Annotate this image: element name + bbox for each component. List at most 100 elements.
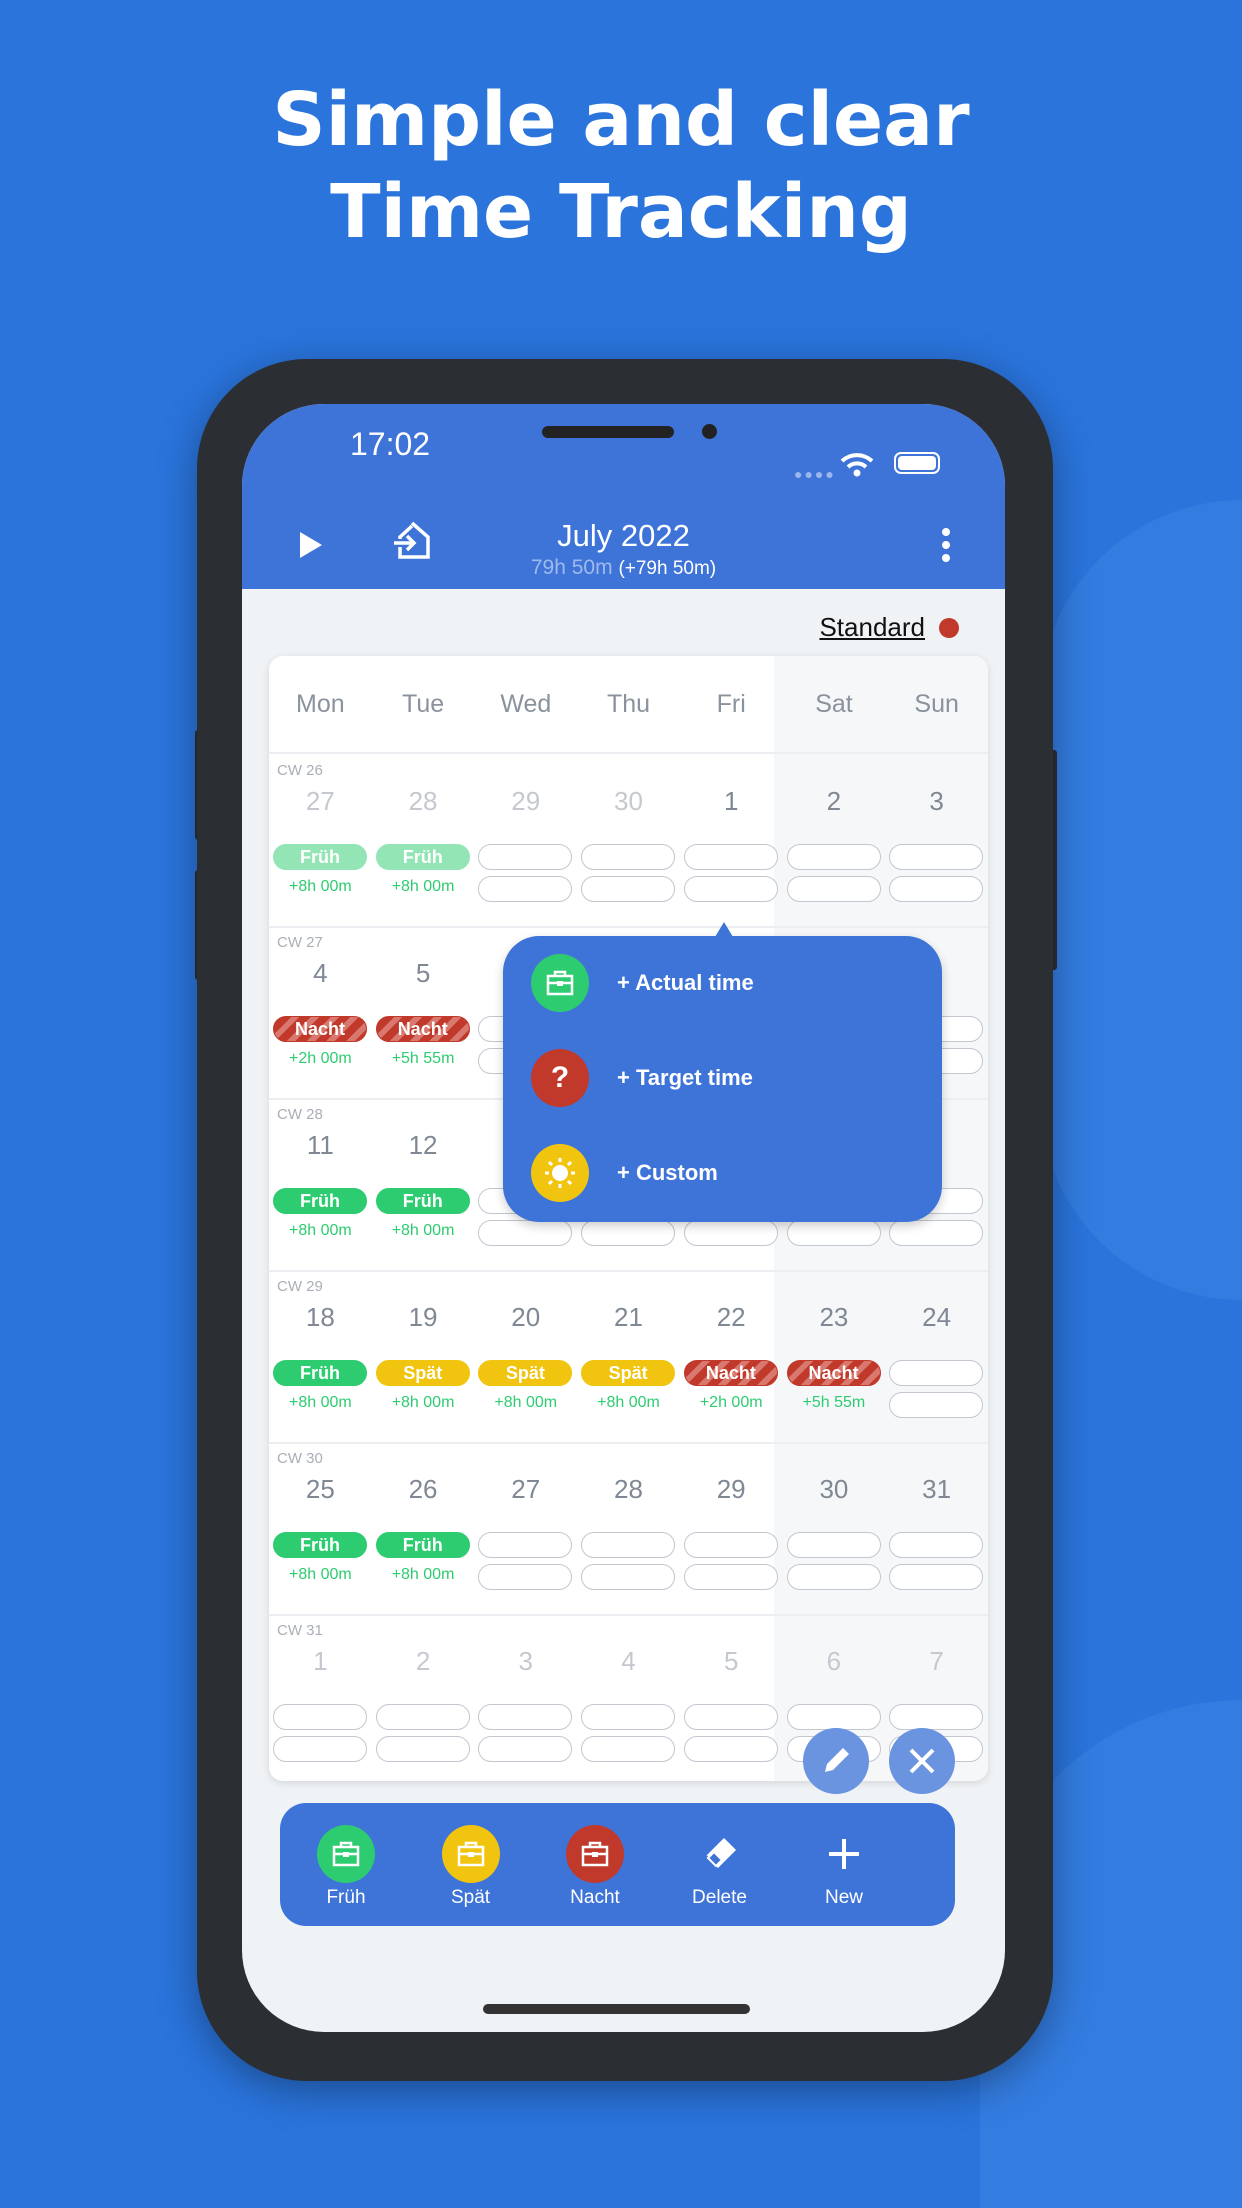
shift-badge[interactable]: Spät	[375, 1360, 470, 1386]
toolbar-new-button[interactable]: New	[794, 1825, 894, 1909]
empty-slot[interactable]	[581, 1736, 676, 1762]
empty-slot[interactable]	[375, 1704, 470, 1730]
day-cell[interactable]: 30	[783, 1444, 886, 1616]
home-indicator[interactable]	[483, 2004, 750, 2014]
day-cell[interactable]: 29	[680, 1444, 783, 1616]
empty-slot[interactable]	[478, 1532, 573, 1558]
shift-badge[interactable]: Früh	[273, 1188, 367, 1214]
empty-slot[interactable]	[889, 1220, 984, 1246]
shift-badge[interactable]: Früh	[273, 844, 367, 870]
day-cell[interactable]: 23 Nacht +5h 55m	[783, 1272, 886, 1444]
empty-slot[interactable]	[375, 1736, 470, 1762]
toolbar-früh-button[interactable]: Früh	[296, 1825, 396, 1909]
empty-slot[interactable]	[581, 1564, 676, 1590]
day-cell[interactable]: 24	[885, 1272, 988, 1444]
day-cell[interactable]: 22 Nacht +2h 00m	[680, 1272, 783, 1444]
day-cell[interactable]: 28 Früh +8h 00m	[372, 756, 475, 928]
shift-badge[interactable]: Nacht	[273, 1016, 367, 1042]
shift-badge[interactable]: Früh	[273, 1360, 367, 1386]
day-number: 23	[819, 1302, 849, 1332]
day-cell[interactable]: 19 Spät +8h 00m	[372, 1272, 475, 1444]
empty-slot[interactable]	[581, 844, 676, 870]
day-cell[interactable]: 5 Nacht +5h 55m	[372, 928, 475, 1100]
day-cell[interactable]: 31	[885, 1444, 988, 1616]
empty-slot[interactable]	[273, 1704, 367, 1730]
day-cell[interactable]: 1	[269, 1616, 372, 1781]
day-cell[interactable]: 20 Spät +8h 00m	[474, 1272, 577, 1444]
shift-badge[interactable]: Früh	[273, 1532, 367, 1558]
empty-slot[interactable]	[889, 1704, 984, 1730]
empty-slot[interactable]	[478, 844, 573, 870]
day-cell[interactable]: 4 Nacht +2h 00m	[269, 928, 372, 1100]
toolbar-label: Früh	[326, 1887, 366, 1908]
day-cell[interactable]: 26 Früh +8h 00m	[372, 1444, 475, 1616]
popup-item[interactable]: + Custom	[531, 1144, 718, 1202]
empty-slot[interactable]	[786, 876, 881, 902]
day-cell[interactable]: 27 Früh +8h 00m	[269, 756, 372, 928]
empty-slot[interactable]	[581, 1220, 676, 1246]
briefcase-icon	[441, 1825, 500, 1883]
empty-slot[interactable]	[478, 1564, 573, 1590]
empty-slot[interactable]	[683, 1220, 778, 1246]
empty-slot[interactable]	[581, 1532, 676, 1558]
empty-slot[interactable]	[889, 1392, 984, 1418]
month-title[interactable]: July 2022	[242, 518, 1005, 554]
day-cell[interactable]: 30	[577, 756, 680, 928]
empty-slot[interactable]	[786, 1532, 881, 1558]
day-cell[interactable]: 27	[474, 1444, 577, 1616]
close-button[interactable]	[889, 1728, 955, 1794]
empty-slot[interactable]	[889, 1532, 984, 1558]
shift-badge[interactable]: Nacht	[786, 1360, 881, 1386]
empty-slot[interactable]	[889, 876, 984, 902]
empty-slot[interactable]	[683, 1564, 778, 1590]
popup-item[interactable]: + Actual time	[531, 954, 754, 1012]
shift-badge[interactable]: Spät	[478, 1360, 573, 1386]
empty-slot[interactable]	[478, 1736, 573, 1762]
day-cell[interactable]: 25 Früh +8h 00m	[269, 1444, 372, 1616]
day-cell[interactable]: 28	[577, 1444, 680, 1616]
toolbar-spät-button[interactable]: Spät	[421, 1825, 521, 1909]
empty-slot[interactable]	[478, 1220, 573, 1246]
day-cell[interactable]: 3	[885, 756, 988, 928]
headline-line-2: Time Tracking	[330, 169, 912, 255]
empty-slot[interactable]	[889, 1564, 984, 1590]
shift-badge[interactable]: Nacht	[375, 1016, 470, 1042]
popup-item[interactable]: ? + Target time	[531, 1049, 753, 1107]
shift-badge[interactable]: Früh	[375, 1532, 470, 1558]
day-cell[interactable]: 2	[783, 756, 886, 928]
shift-badge[interactable]: Früh	[375, 844, 470, 870]
empty-slot[interactable]	[683, 844, 778, 870]
empty-slot[interactable]	[889, 844, 984, 870]
empty-slot[interactable]	[683, 1704, 778, 1730]
empty-slot[interactable]	[786, 1220, 881, 1246]
day-cell[interactable]: 12 Früh +8h 00m	[372, 1100, 475, 1272]
empty-slot[interactable]	[478, 876, 573, 902]
toolbar-delete-button[interactable]: Delete	[670, 1825, 770, 1909]
empty-slot[interactable]	[273, 1736, 367, 1762]
profile-selector[interactable]: Standard	[819, 612, 925, 643]
empty-slot[interactable]	[786, 1704, 881, 1730]
day-cell[interactable]: 3	[474, 1616, 577, 1781]
day-cell[interactable]: 21 Spät +8h 00m	[577, 1272, 680, 1444]
empty-slot[interactable]	[786, 1564, 881, 1590]
empty-slot[interactable]	[786, 844, 881, 870]
empty-slot[interactable]	[683, 1736, 778, 1762]
empty-slot[interactable]	[683, 876, 778, 902]
edit-button[interactable]	[803, 1728, 869, 1794]
day-cell[interactable]: 18 Früh +8h 00m	[269, 1272, 372, 1444]
day-cell[interactable]: 5	[680, 1616, 783, 1781]
empty-slot[interactable]	[889, 1360, 984, 1386]
day-cell[interactable]: 2	[372, 1616, 475, 1781]
empty-slot[interactable]	[581, 1704, 676, 1730]
day-cell[interactable]: 1	[680, 756, 783, 928]
shift-badge[interactable]: Früh	[375, 1188, 470, 1214]
empty-slot[interactable]	[478, 1704, 573, 1730]
shift-badge[interactable]: Spät	[581, 1360, 676, 1386]
toolbar-nacht-button[interactable]: Nacht	[545, 1825, 645, 1909]
day-cell[interactable]: 11 Früh +8h 00m	[269, 1100, 372, 1272]
shift-badge[interactable]: Nacht	[683, 1360, 778, 1386]
empty-slot[interactable]	[581, 876, 676, 902]
day-cell[interactable]: 4	[577, 1616, 680, 1781]
day-cell[interactable]: 29	[474, 756, 577, 928]
empty-slot[interactable]	[683, 1532, 778, 1558]
